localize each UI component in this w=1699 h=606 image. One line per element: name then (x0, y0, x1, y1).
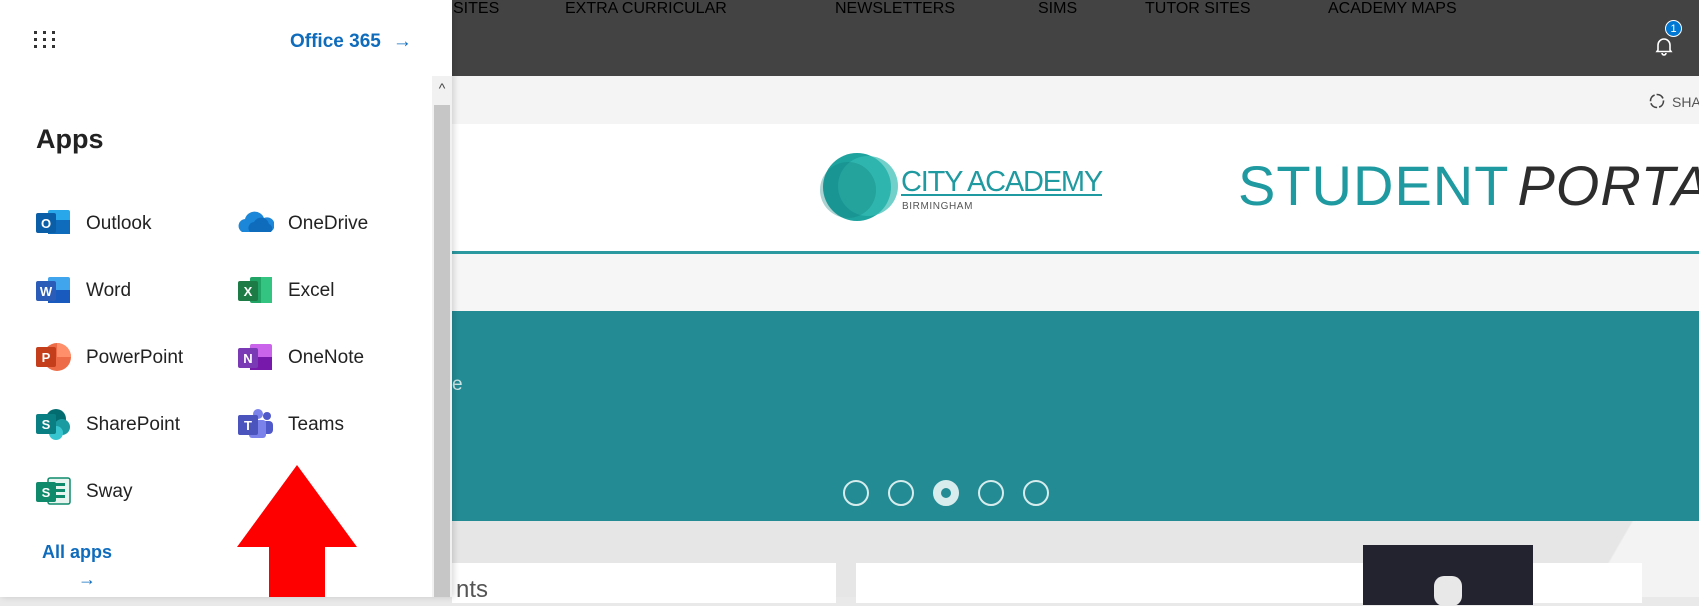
nav-item-sims[interactable]: SIMS (1038, 0, 1077, 18)
outlook-icon: O (36, 210, 70, 234)
app-label: Excel (288, 280, 335, 301)
app-label: Word (86, 280, 132, 301)
svg-text:O: O (41, 216, 51, 231)
portal-word-student: STUDENT (1238, 154, 1510, 217)
carousel-dot-5[interactable] (1023, 480, 1049, 506)
teams-icon: T (238, 409, 273, 438)
app-onenote[interactable]: N OneNote (238, 340, 418, 374)
app-outlook[interactable]: O Outlook (36, 206, 216, 240)
excel-icon: X (238, 277, 272, 303)
office365-link[interactable]: Office 365 → (290, 31, 412, 53)
carousel-dot-2[interactable] (888, 480, 914, 506)
app-label: SharePoint (86, 414, 181, 435)
carousel-dot-3[interactable] (933, 480, 959, 506)
svg-text:T: T (244, 418, 252, 433)
video-thumbnail-figure (1434, 576, 1462, 606)
app-label: OneNote (288, 347, 365, 368)
content-card-title: nts (456, 576, 489, 603)
app-label: Teams (288, 414, 344, 435)
app-powerpoint[interactable]: P PowerPoint (36, 340, 216, 374)
office365-label: Office 365 (290, 31, 381, 52)
notification-bell-icon[interactable] (1654, 36, 1674, 56)
scroll-up-icon[interactable]: ^ (432, 78, 452, 102)
apps-heading: Apps (36, 124, 104, 154)
carousel-dot-1[interactable] (843, 480, 869, 506)
app-launcher-panel: Office 365 → Apps O Outlook OneDrive W Wo… (0, 0, 452, 597)
content-card (452, 563, 836, 603)
share-label: SHA (1672, 94, 1699, 110)
app-onedrive[interactable]: OneDrive (238, 206, 418, 240)
onedrive-icon (238, 211, 274, 232)
svg-text:S: S (42, 485, 51, 500)
scrollbar-thumb[interactable] (434, 105, 450, 597)
logo-subtitle: BIRMINGHAM (902, 201, 973, 212)
svg-text:P: P (42, 350, 51, 365)
share-icon (1649, 93, 1665, 109)
nav-item-extra-curricular[interactable]: EXTRA CURRICULAR (565, 0, 727, 18)
arrow-right-icon: → (392, 31, 412, 52)
notification-count-badge: 1 (1665, 20, 1682, 37)
nav-item-academy-maps[interactable]: ACADEMY MAPS (1328, 0, 1457, 18)
all-apps-link[interactable]: All apps (42, 542, 112, 563)
svg-text:S: S (42, 417, 51, 432)
nav-item-newsletters[interactable]: NEWSLETTERS (835, 0, 955, 18)
sway-icon: S (36, 477, 71, 505)
nav-item-sites[interactable]: SITES (453, 0, 499, 18)
svg-text:N: N (243, 351, 252, 366)
red-arrow-annotation-icon (237, 465, 357, 597)
share-button[interactable]: SHA (1648, 92, 1699, 110)
app-word[interactable]: W Word (36, 273, 216, 307)
nav-item-tutor-sites[interactable]: TUTOR SITES (1145, 0, 1251, 18)
app-sharepoint[interactable]: S SharePoint (36, 407, 216, 441)
app-excel[interactable]: X Excel (238, 273, 418, 307)
app-teams[interactable]: T Teams (238, 407, 418, 441)
hero-text: e (452, 374, 463, 395)
app-label: OneDrive (288, 213, 369, 234)
word-icon: W (36, 277, 70, 303)
sharepoint-icon: S (36, 409, 70, 440)
powerpoint-icon: P (36, 343, 71, 371)
app-label: PowerPoint (86, 347, 184, 368)
logo-title: CITY ACADEMY (901, 166, 1103, 198)
arrow-right-icon[interactable]: → (78, 569, 96, 590)
svg-text:X: X (244, 284, 253, 299)
carousel-dot-4[interactable] (978, 480, 1004, 506)
app-sway[interactable]: S Sway (36, 474, 216, 508)
app-label: Outlook (86, 213, 152, 234)
waffle-menu-icon[interactable] (33, 30, 57, 50)
svg-text:W: W (40, 284, 53, 299)
app-label: Sway (86, 481, 133, 502)
portal-word-portal: PORTAL (1517, 154, 1699, 217)
onenote-icon: N (238, 344, 272, 370)
student-portal-title: STUDENTPORTAL (1238, 156, 1699, 216)
